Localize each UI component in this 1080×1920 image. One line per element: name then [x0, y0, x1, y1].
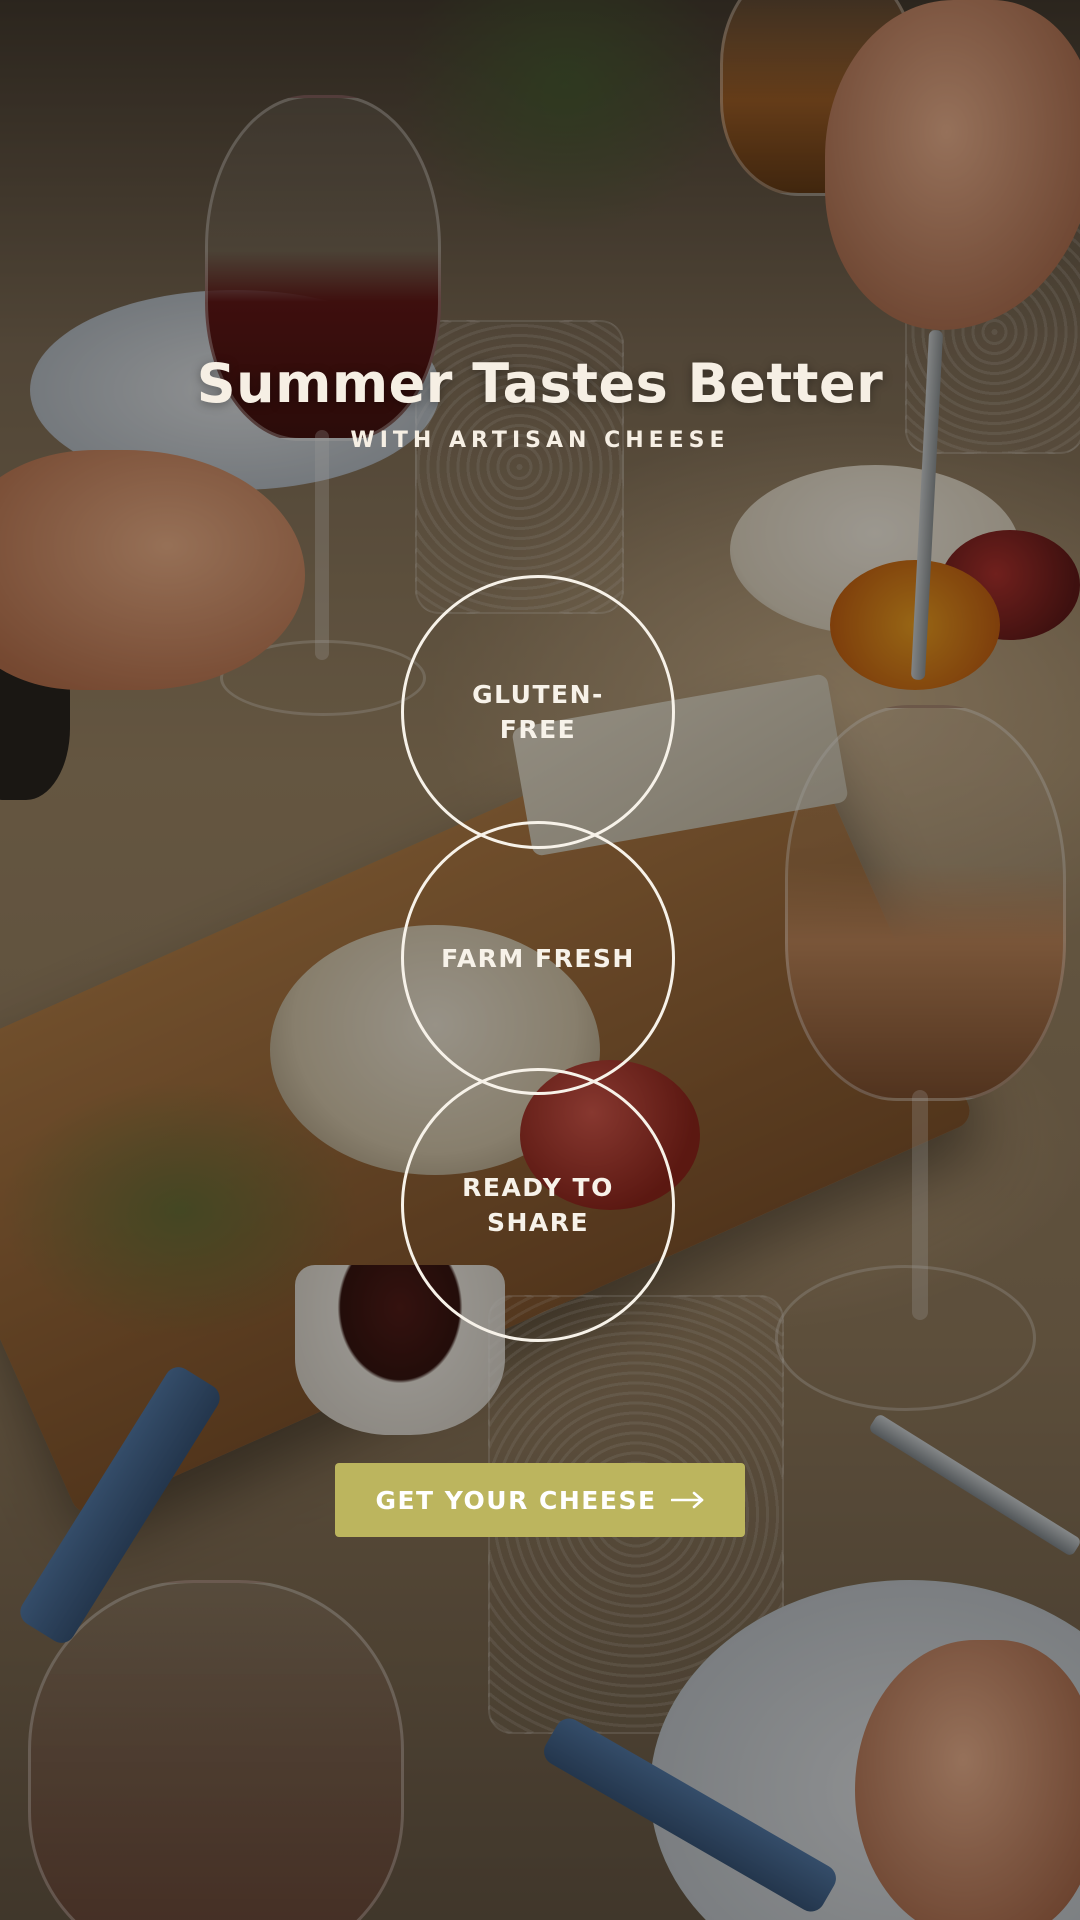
feature-label: FARM FRESH	[441, 943, 635, 973]
hero-title: Summer Tastes Better	[196, 352, 884, 415]
hero-content: Summer Tastes Better WITH ARTISAN CHEESE…	[0, 0, 1080, 1920]
cta-label: GET YOUR CHEESE	[375, 1485, 657, 1515]
get-your-cheese-button[interactable]: GET YOUR CHEESE	[335, 1463, 745, 1537]
arrow-right-icon	[670, 1491, 705, 1509]
feature-label: READY TO SHARE	[462, 1173, 614, 1237]
hero-subtitle: WITH ARTISAN CHEESE	[350, 428, 730, 453]
feature-circle-gluten-free: GLUTEN-FREE	[401, 575, 675, 849]
feature-label: GLUTEN-FREE	[472, 680, 604, 744]
hero-section: Summer Tastes Better WITH ARTISAN CHEESE…	[0, 0, 1080, 1920]
feature-circle-ready-to-share: READY TO SHARE	[401, 1068, 675, 1342]
feature-circle-farm-fresh: FARM FRESH	[401, 821, 675, 1095]
